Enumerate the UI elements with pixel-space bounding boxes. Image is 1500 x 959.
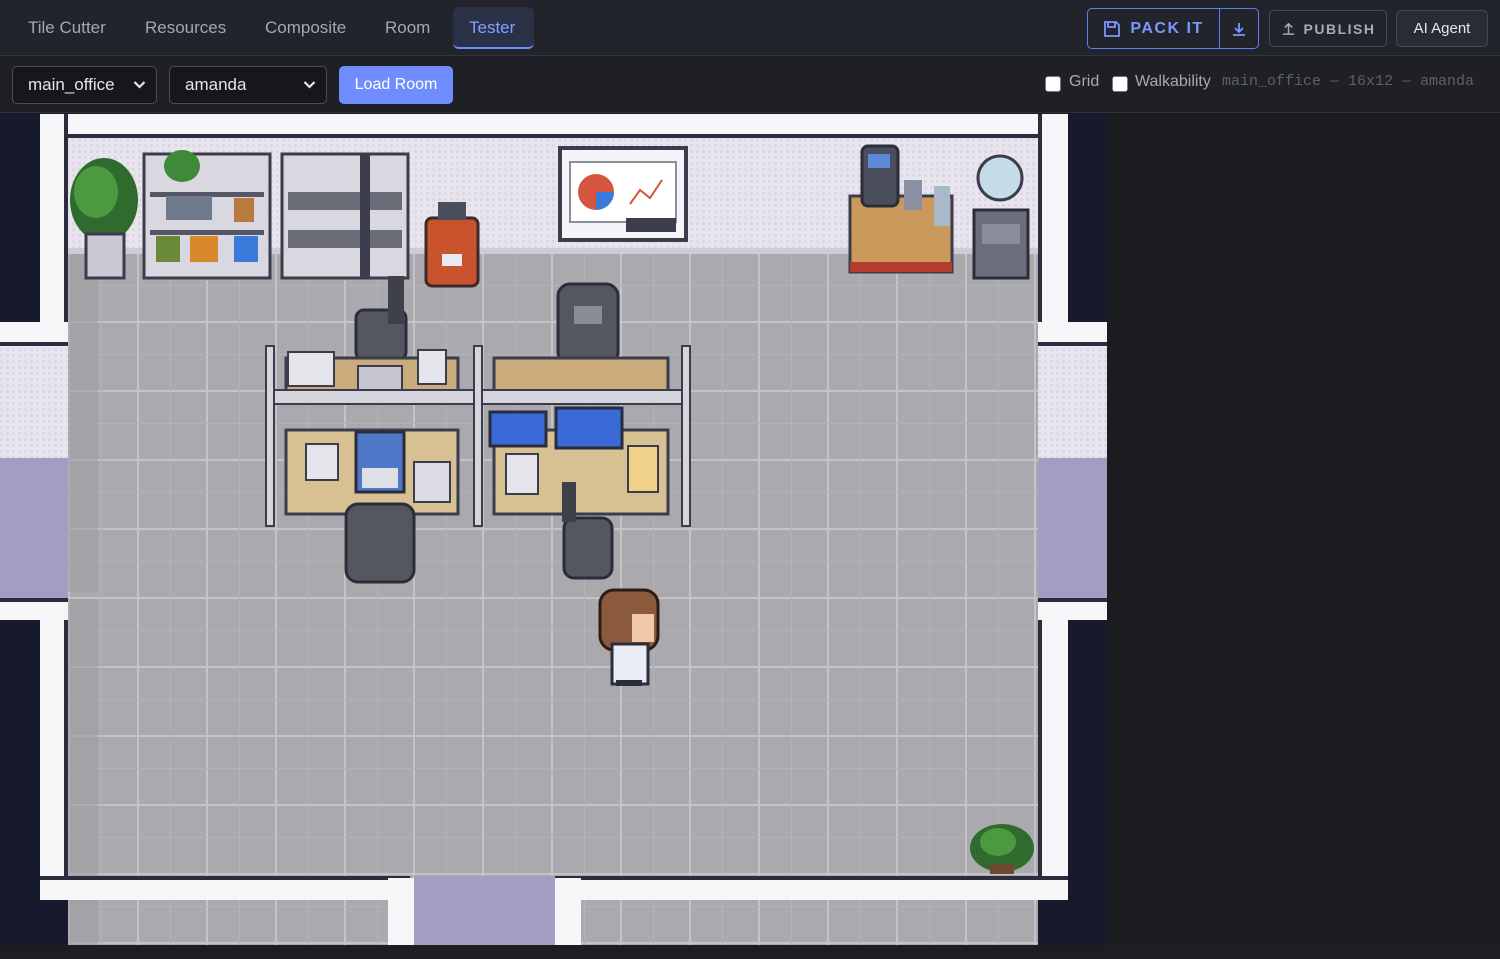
top-navigation: Tile Cutter Resources Composite Room Tes…	[0, 0, 1500, 56]
tab-tester[interactable]: Tester	[453, 7, 534, 49]
tab-composite[interactable]: Composite	[249, 7, 362, 49]
publish-button[interactable]: PUBLISH	[1269, 10, 1387, 47]
office-chair	[556, 282, 620, 366]
status-strip	[0, 945, 1500, 959]
download-icon	[1233, 22, 1245, 36]
bottom-door	[414, 876, 555, 945]
publish-label: PUBLISH	[1303, 20, 1376, 37]
tab-room[interactable]: Room	[369, 7, 446, 49]
desk-cluster	[265, 345, 691, 527]
right-panel	[1107, 114, 1500, 945]
office-chair	[344, 502, 416, 584]
character-select-value: amanda	[185, 75, 247, 94]
floppy-disk-icon	[1104, 20, 1121, 37]
pack-button-group: PACK IT	[1087, 8, 1259, 49]
room-select[interactable]: main_office	[12, 66, 157, 104]
pack-it-button[interactable]: PACK IT	[1088, 9, 1220, 48]
tab-resources[interactable]: Resources	[129, 7, 242, 49]
water-cooler	[972, 154, 1030, 280]
ai-agent-button[interactable]: AI Agent	[1396, 10, 1488, 47]
pack-it-label: PACK IT	[1130, 19, 1204, 37]
character-select[interactable]: amanda	[169, 66, 327, 104]
upload-icon	[1282, 22, 1294, 35]
load-room-button[interactable]: Load Room	[339, 66, 453, 104]
game-canvas[interactable]	[0, 114, 1107, 945]
chevron-down-icon	[133, 81, 146, 89]
grid-checkbox[interactable]	[1045, 76, 1061, 92]
chevron-down-icon	[303, 81, 316, 89]
room-select-value: main_office	[28, 75, 115, 94]
empty-shelf	[280, 152, 410, 280]
bookshelf	[142, 150, 272, 280]
whiteboard	[558, 146, 688, 242]
right-door	[1038, 322, 1107, 620]
room-info-text: main_office — 16x12 — amanda	[1222, 73, 1475, 90]
tab-tile-cutter[interactable]: Tile Cutter	[12, 7, 122, 49]
grid-label: Grid	[1069, 73, 1100, 90]
floor	[68, 244, 1038, 945]
pack-download-button[interactable]	[1220, 9, 1258, 48]
walkability-label: Walkability	[1135, 73, 1211, 90]
tester-toolbar: main_office amanda Load Room Grid Walkab…	[0, 57, 1500, 113]
left-door	[0, 322, 68, 620]
walkability-checkbox[interactable]	[1112, 76, 1128, 92]
